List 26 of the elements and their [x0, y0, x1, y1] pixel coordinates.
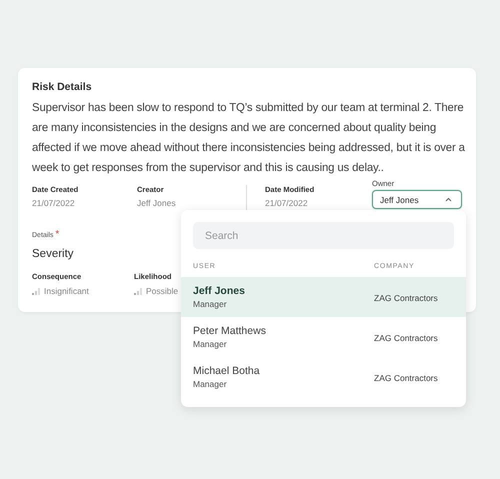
field-value: 21/07/2022 [265, 198, 309, 208]
user-row[interactable]: Peter Matthews Manager ZAG Contractors [181, 317, 466, 357]
field-value: Insignificant [44, 286, 89, 296]
company-name: ZAG Contractors [374, 293, 438, 303]
description-text: Supervisor has been slow to respond to TQ’s submitted by our team at terminal 2. There are many inconsistencies in the designs and we are concerned about quality being affected if we move ahead without there inconsistencies being addressed, but it is over a week to get responses from the supervisor and this is causing us delay.. [32, 101, 466, 176]
search-field[interactable]: Search [193, 222, 454, 249]
field-value: Possible [146, 286, 178, 296]
company-name: ZAG Contractors [374, 333, 438, 343]
signal-icon [32, 287, 41, 295]
card-title: Risk Details [32, 81, 93, 93]
field-value: 21/07/2022 [32, 198, 76, 208]
caret-icon [445, 197, 452, 202]
section-title: Severity [32, 248, 75, 260]
owner-select[interactable]: Jeff Jones [372, 190, 462, 209]
user-role: Manager [193, 379, 228, 389]
user-name: Michael Botha [193, 365, 261, 377]
company-name: ZAG Contractors [374, 373, 438, 383]
field-value: Jeff Jones [137, 198, 177, 208]
user-name: Jeff Jones [193, 285, 246, 297]
user-row[interactable]: Michael Botha Manager ZAG Contractors [181, 357, 466, 397]
signal-icon [134, 287, 143, 295]
user-name: Peter Matthews [193, 325, 267, 337]
user-row[interactable]: Jeff Jones Manager ZAG Contractors [181, 277, 466, 317]
required-mark: * [55, 229, 60, 240]
user-role: Manager [193, 339, 228, 349]
user-role: Manager [193, 299, 228, 309]
